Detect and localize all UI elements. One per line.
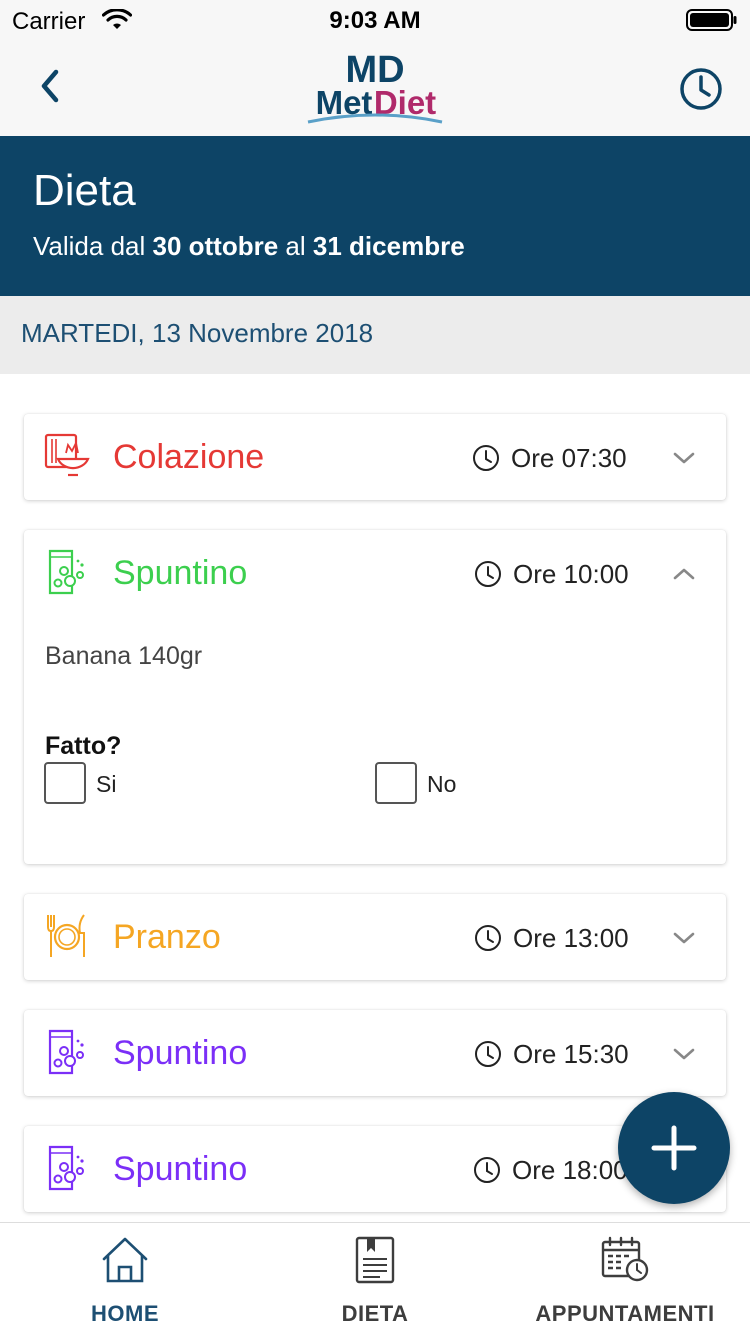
- add-button[interactable]: [618, 1092, 730, 1204]
- breakfast-bowl-icon: [44, 433, 90, 479]
- validity-prefix: Valida dal: [33, 231, 146, 261]
- meal-card-colazione[interactable]: Colazione Ore 07:30: [24, 414, 726, 500]
- meal-time: Ore 10:00: [513, 559, 629, 589]
- battery-icon: [686, 9, 738, 36]
- chevron-down-icon[interactable]: [672, 1046, 696, 1062]
- meal-name: Spuntino: [113, 1150, 248, 1188]
- tab-dieta[interactable]: DIETA: [250, 1223, 500, 1334]
- meal-name: Spuntino: [113, 1034, 248, 1072]
- document-icon: [250, 1235, 500, 1285]
- validity-middle: al: [285, 231, 306, 261]
- validity-start-date: 30 ottobre: [152, 231, 279, 261]
- meal-time: Ore 15:30: [513, 1039, 629, 1069]
- time-clock-icon: [474, 924, 502, 952]
- tab-bar: HOME DIETA APPUNTAMENTI: [0, 1222, 750, 1334]
- calendar-clock-icon: [500, 1235, 750, 1285]
- plate-cutlery-icon: [44, 913, 90, 959]
- meal-time: Ore 07:30: [511, 443, 627, 473]
- chevron-down-icon[interactable]: [672, 450, 696, 466]
- meal-time: Ore 13:00: [513, 923, 629, 953]
- chevron-down-icon[interactable]: [672, 930, 696, 946]
- status-time: 9:03 AM: [329, 7, 421, 34]
- done-question: Fatto?: [45, 732, 122, 760]
- tab-home[interactable]: HOME: [0, 1223, 250, 1334]
- food-item: Banana 140gr: [45, 642, 203, 670]
- home-icon: [0, 1235, 250, 1285]
- validity-end-date: 31 dicembre: [312, 231, 465, 261]
- meal-card-spuntino-afternoon[interactable]: Spuntino Ore 15:30: [24, 1010, 726, 1096]
- tab-appuntamenti-label: APPUNTAMENTI: [535, 1301, 715, 1326]
- history-button[interactable]: [678, 66, 724, 112]
- clock-icon: [680, 68, 722, 110]
- snack-bag-icon: [44, 1029, 90, 1075]
- time-clock-icon: [474, 1040, 502, 1068]
- plus-icon: [651, 1125, 697, 1171]
- date-strip: MARTEDI, 13 Novembre 2018: [0, 296, 750, 374]
- chevron-left-icon: [41, 69, 59, 103]
- metdiet-logo: MD Met Diet: [300, 46, 450, 126]
- time-clock-icon: [472, 444, 500, 472]
- validity-subtitle: Valida dal 30 ottobre al 31 dicembre: [33, 231, 465, 262]
- checkbox-yes-label: Si: [96, 771, 117, 797]
- tab-home-label: HOME: [91, 1301, 159, 1326]
- checkbox-no-label: No: [427, 771, 457, 797]
- meal-name: Pranzo: [113, 918, 221, 956]
- snack-bag-icon: [44, 549, 90, 595]
- meal-name: Colazione: [113, 438, 265, 476]
- meal-time: Ore 18:00: [512, 1155, 628, 1185]
- tab-dieta-label: DIETA: [341, 1301, 409, 1326]
- snack-bag-icon: [44, 1145, 90, 1191]
- page-title: Dieta: [33, 166, 136, 215]
- diet-header: Dieta Valida dal 30 ottobre al 31 dicemb…: [0, 136, 750, 296]
- current-date: MARTEDI, 13 Novembre 2018: [21, 318, 374, 348]
- time-clock-icon: [473, 1156, 501, 1184]
- navigation-bar: MD Met Diet: [0, 40, 750, 136]
- checkbox-no[interactable]: [375, 762, 417, 804]
- chevron-up-icon[interactable]: [672, 566, 696, 582]
- tab-appuntamenti[interactable]: APPUNTAMENTI: [500, 1223, 750, 1334]
- back-button[interactable]: [34, 66, 70, 106]
- meal-card-pranzo[interactable]: Pranzo Ore 13:00: [24, 894, 726, 980]
- meal-name: Spuntino: [113, 554, 248, 592]
- status-bar: Carrier 9:03 AM: [0, 0, 750, 40]
- time-clock-icon: [474, 560, 502, 588]
- checkbox-yes[interactable]: [44, 762, 86, 804]
- meal-card-spuntino-expanded[interactable]: Spuntino Ore 10:00 Banana 140gr Fatto? S…: [24, 530, 726, 864]
